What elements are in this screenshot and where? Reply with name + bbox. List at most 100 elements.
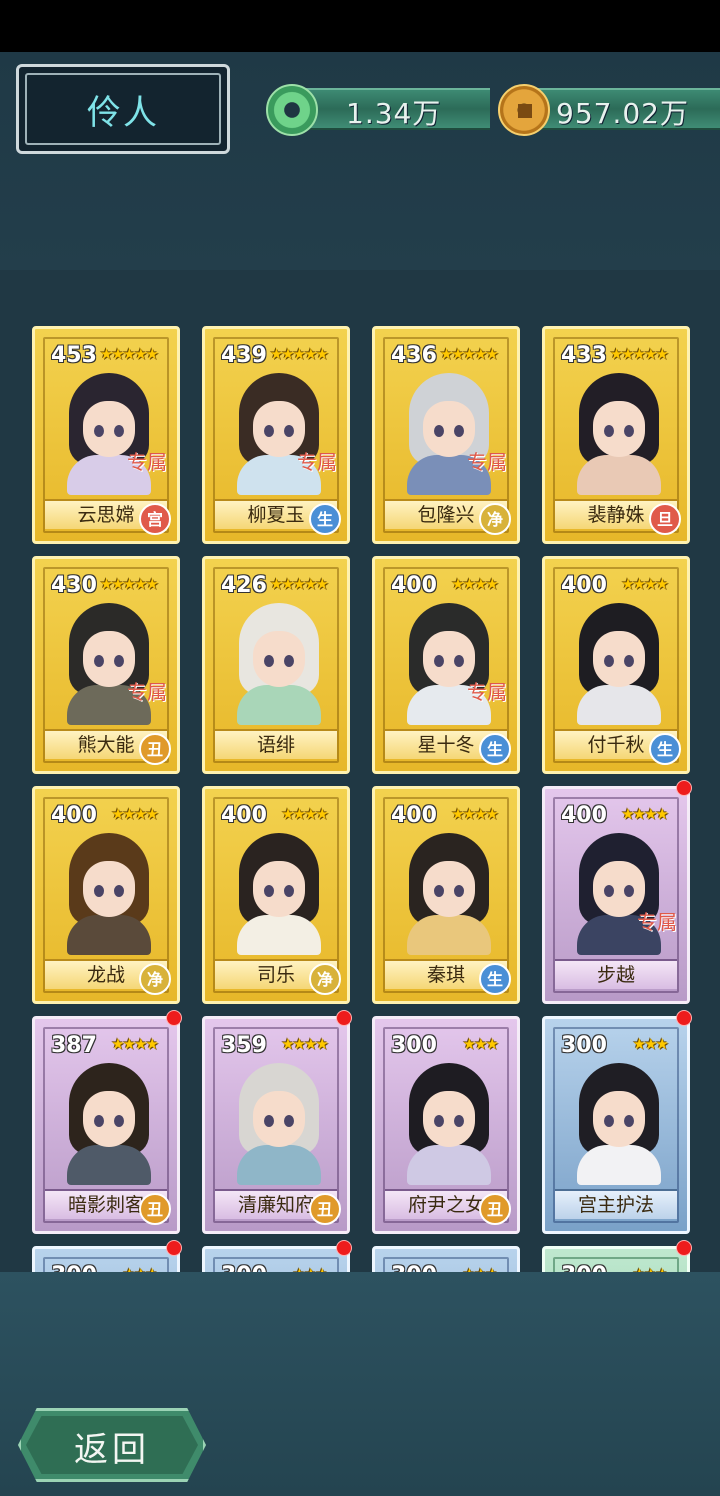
card-name: 付千秋 [587,734,645,756]
coin-value: 957.02万 [556,97,689,130]
card-name: 星十冬 [417,734,475,756]
back-button-label: 返回 [74,1430,150,1470]
portrait-body [67,915,151,955]
portrait-body [577,455,661,495]
bottom-bar: 返回 [0,1272,720,1496]
star-rating: ★★★ [462,1035,499,1053]
role-type-badge: 丑 [309,1193,341,1225]
portrait-face [253,861,305,917]
card-name: 清廉知府 [237,1194,314,1216]
card-power-value: 433 [561,343,607,368]
portrait-face [593,401,645,457]
card-power-value: 430 [51,573,97,598]
portrait-face [253,1091,305,1147]
portrait-body [407,1145,491,1185]
character-portrait [61,1063,157,1185]
performer-card[interactable]: 359 ★★★★ 清廉知府丑 [202,1016,350,1234]
star-rating: ★★★★ [621,805,669,823]
star-rating: ★★★★ [451,575,499,593]
star-rating: ★★★ [632,1035,669,1053]
performer-card[interactable]: 300 ★★★ 宫主护法 [542,1016,690,1234]
star-rating: ★★★★★ [99,575,159,593]
star-rating: ★★★★ [111,1035,159,1053]
performer-card[interactable]: 400 ★★★★ 司乐净 [202,786,350,1004]
portrait-face [83,1091,135,1147]
performer-card[interactable]: 453 ★★★★★ 专属 云思嫦宫 [32,326,180,544]
star-rating: ★★★★★ [439,345,499,363]
performer-card[interactable]: 430 ★★★★★ 专属 熊大能丑 [32,556,180,774]
portrait-eye [264,655,274,667]
performer-card[interactable]: 400 ★★★★ 专属 步越 [542,786,690,1004]
portrait-face [83,861,135,917]
character-portrait [571,603,667,725]
jade-value: 1.34万 [346,97,442,130]
card-power-value: 400 [391,573,437,598]
card-power-value: 426 [221,573,267,598]
exclusive-mark: 专属 [637,910,677,934]
card-name: 云思嫦 [77,504,135,526]
portrait-face [423,1091,475,1147]
portrait-eye [604,885,614,897]
jade-disc-icon [266,84,318,136]
notification-dot [676,1240,692,1256]
performer-card[interactable]: 400 ★★★★ 秦琪生 [372,786,520,1004]
star-rating: ★★★★ [621,575,669,593]
back-button[interactable]: 返回 [18,1408,206,1482]
star-rating: ★★★ [293,1265,329,1272]
performer-card-list[interactable]: 453 ★★★★★ 专属 云思嫦宫 439 ★★★★★ 专属 柳夏玉生 436 ★★★★★ 专属 包隆… [0,270,720,1272]
character-portrait [401,1063,497,1185]
performer-card[interactable]: 387 ★★★★ 暗影刺客丑 [32,1016,180,1234]
star-rating: ★★★ [123,1265,159,1272]
portrait-eye [454,1115,464,1127]
exclusive-mark: 专属 [467,450,507,474]
character-portrait [61,833,157,955]
portrait-eye [94,655,104,667]
performer-card[interactable]: 439 ★★★★★ 专属 柳夏玉生 [202,326,350,544]
portrait-eye [434,425,444,437]
portrait-eye [264,885,274,897]
exclusive-mark: 专属 [127,680,167,704]
star-rating: ★★★ [633,1265,669,1272]
performer-card[interactable]: 400 ★★★★ 龙战净 [32,786,180,1004]
performer-card[interactable]: 426 ★★★★★ 语绯 [202,556,350,774]
character-portrait [231,603,327,725]
portrait-body [577,685,661,725]
card-name: 熊大能 [77,734,135,756]
exclusive-mark: 专属 [467,680,507,704]
card-power-value: 300 [221,1263,267,1272]
performer-card[interactable]: 400 ★★★★ 专属 星十冬生 [372,556,520,774]
portrait-eye [284,885,294,897]
portrait-eye [284,1115,294,1127]
performer-card[interactable]: 433 ★★★★★ 裴静姝旦 [542,326,690,544]
card-name-bar: 语绯 [215,729,337,759]
card-power-value: 300 [561,1033,607,1058]
card-name: 步越 [596,964,635,986]
performer-card[interactable]: 300 ★★★ [542,1246,690,1272]
notification-dot [676,780,692,796]
coin-resource: 957.02万 [498,82,720,136]
character-portrait [401,603,497,725]
status-bar [0,0,720,52]
role-type-badge: 旦 [649,503,681,535]
portrait-face [83,401,135,457]
character-portrait [231,373,327,495]
page-title: 伶人 [87,93,159,133]
exclusive-mark: 专属 [127,450,167,474]
portrait-face [83,631,135,687]
portrait-face [423,861,475,917]
star-rating: ★★★★★ [99,345,159,363]
card-name: 包隆兴 [417,504,475,526]
portrait-body [237,1145,321,1185]
card-name: 宫主护法 [577,1194,654,1216]
performer-card[interactable]: 300 ★★★ [202,1246,350,1272]
portrait-eye [624,655,634,667]
notification-dot [166,1240,182,1256]
performer-card[interactable]: 300 ★★★ 府尹之女丑 [372,1016,520,1234]
performer-card[interactable]: 436 ★★★★★ 专属 包隆兴净 [372,326,520,544]
star-rating: ★★★ [463,1265,499,1272]
performer-card[interactable]: 300 ★★★ [32,1246,180,1272]
performer-card[interactable]: 300 ★★★ [372,1246,520,1272]
character-portrait [571,833,667,955]
portrait-eye [94,1115,104,1127]
performer-card[interactable]: 400 ★★★★ 付千秋生 [542,556,690,774]
